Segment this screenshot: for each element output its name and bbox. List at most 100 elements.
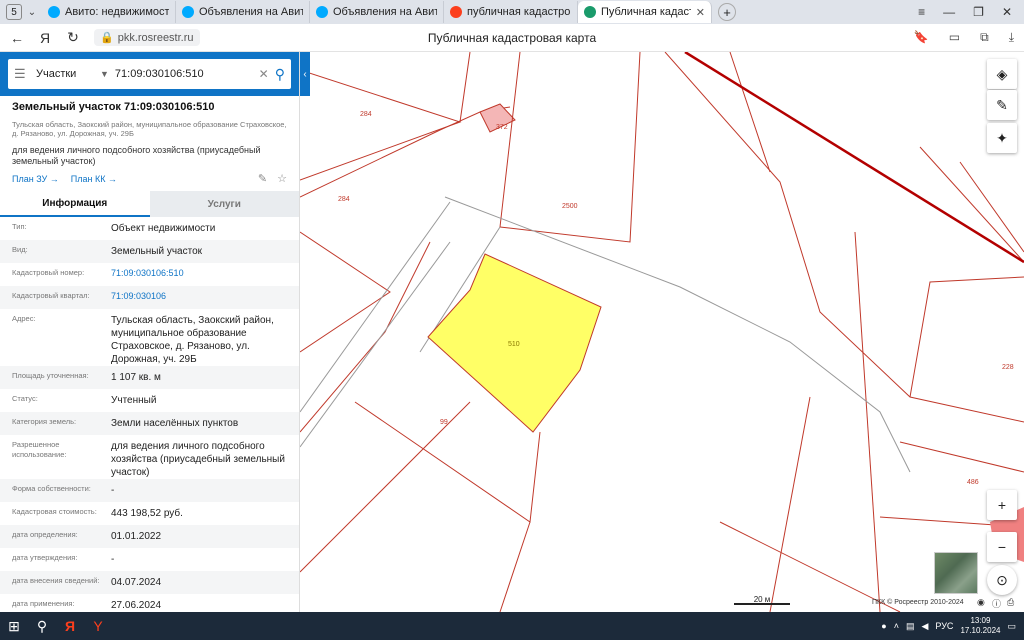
notifications-icon[interactable]: ▭ [1007, 621, 1016, 632]
tab-services[interactable]: Услуги [149, 191, 299, 218]
print-icon[interactable]: ⎙ [1007, 597, 1014, 608]
search-icon[interactable]: ⚲ [275, 66, 285, 83]
tab-info[interactable]: Информация [0, 191, 150, 218]
property-label: дата применения: [12, 599, 75, 609]
layers-icon[interactable]: ◈ [987, 59, 1017, 89]
search-bar: ☰ Участки ▼ 71:09:030106:510 ✕ ⚲ [0, 52, 299, 96]
yandex-icon [450, 6, 462, 18]
chevron-up-icon[interactable]: ˄ [894, 621, 899, 631]
url-field[interactable]: 🔒 pkk.rosreestr.ru [94, 29, 200, 46]
new-tab-button[interactable]: + [718, 3, 736, 21]
maximize-icon[interactable]: ❐ [973, 5, 984, 19]
avito-icon [182, 6, 194, 18]
reader-icon[interactable]: ▭ [949, 30, 960, 45]
property-row: Кадастровый квартал: 71:09:030106 [0, 286, 299, 310]
avito-icon [48, 6, 60, 18]
parcel-label-99: 99 [440, 419, 448, 426]
property-label: Форма собственности: [12, 484, 91, 494]
yandex-app-icon[interactable]: Y [84, 612, 112, 640]
menu-icon[interactable]: ☰ [14, 66, 30, 82]
cadastral-map[interactable]: 284 372 284 2500 510 99 228 486 ◈ ✎ ✦ + … [300, 52, 1024, 612]
search-icon[interactable]: ⚲ [28, 612, 56, 640]
zoom-in-button[interactable]: + [987, 490, 1017, 520]
property-row: Статус: Учтенный [0, 389, 299, 412]
property-row: дата утверждения: - [0, 548, 299, 571]
parcel-boundary [300, 231, 391, 353]
parcel-label-486: 486 [967, 479, 979, 486]
property-row: дата определения: 01.01.2022 [0, 525, 299, 549]
address-bar-actions: 🔖 ▭ ⧉ ⤓ [914, 30, 1014, 45]
yandex-browser-icon[interactable]: Я [56, 612, 84, 640]
property-value: Земельный участок [111, 246, 203, 258]
close-window-icon[interactable]: ✕ [1002, 5, 1012, 19]
tab-count-button[interactable]: 5 [6, 4, 22, 20]
property-row: Вид: Земельный участок [0, 240, 299, 264]
property-row: Форма собственности: - [0, 479, 299, 503]
plan-kk-link[interactable]: План КК → [71, 174, 117, 184]
scale-bar: 20 м [734, 596, 790, 605]
map-canvas: 284 372 284 2500 510 99 228 486 [300, 52, 1024, 612]
browser-tab[interactable]: Объявления на Авито Pr [310, 1, 444, 23]
parcel-label-284: 284 [360, 111, 372, 118]
property-label: дата внесения сведений: [12, 576, 100, 586]
clear-icon[interactable]: ✕ [259, 67, 269, 81]
tab-list-chevron-icon[interactable]: ⌄ [22, 7, 42, 18]
reload-icon[interactable]: ↻ [62, 29, 84, 46]
copyright-text: ПКК © Росреестр 2010-2024 [872, 599, 964, 606]
property-value: Тульская область, Заокский район, муници… [111, 315, 274, 366]
browser-tab-bar: 5 ⌄ Авито: недвижимость, тр Объявления н… [0, 0, 1024, 24]
network-icon[interactable]: ▤ [906, 621, 915, 632]
tab-label: Объявления на Авито Pr [333, 6, 437, 18]
object-title: Земельный участок 71:09:030106:510 [12, 101, 215, 113]
ruler-icon[interactable]: ✎ [987, 90, 1017, 120]
location-icon[interactable]: ⊙ [987, 565, 1017, 595]
minimize-icon[interactable]: — [943, 5, 955, 19]
back-icon[interactable]: ← [6, 30, 28, 46]
parcel-284-boundary [300, 69, 462, 181]
plan-zu-link[interactable]: План ЗУ → [12, 174, 59, 184]
collapse-panel-icon[interactable]: ‹ [300, 52, 310, 96]
menu-icon[interactable]: ≡ [918, 5, 925, 19]
zoom-out-button[interactable]: − [987, 532, 1017, 562]
object-use: для ведения личного подсобного хозяйства… [12, 144, 261, 166]
globe-icon[interactable]: ◉ [977, 597, 985, 608]
property-value: 04.07.2024 [111, 577, 162, 589]
bookmark-icon[interactable]: 🔖 [914, 30, 929, 45]
taskbar: ⊞ ⚲ Я Y ● ˄ ▤ ◀ РУС 13:09 17.10.2024 ▭ [0, 612, 1024, 640]
star-icon[interactable]: ☆ [277, 172, 287, 185]
chevron-down-icon[interactable]: ▼ [100, 69, 109, 79]
avito-icon [316, 6, 328, 18]
clock[interactable]: 13:09 17.10.2024 [960, 616, 1000, 635]
property-value-link[interactable]: 71:09:030106 [111, 291, 289, 303]
download-icon[interactable]: ⤓ [1009, 30, 1014, 45]
volume-icon[interactable]: ◀ [921, 621, 928, 632]
browser-tab-active[interactable]: Публичная кадастрова ✕ [578, 1, 712, 23]
tab-label: публичная кадастровая к [467, 6, 571, 18]
property-value: 01.01.2022 [111, 531, 162, 543]
property-row: Кадастровый номер: 71:09:030106:510 [0, 263, 299, 286]
property-row: дата внесения сведений: 04.07.2024 [0, 571, 299, 595]
windows-start-icon[interactable]: ⊞ [0, 612, 28, 640]
browser-tab[interactable]: публичная кадастровая к [444, 1, 578, 23]
property-row: Адрес: Тульская область, Заокский район, … [0, 309, 299, 366]
object-header: Земельный участок 71:09:030106:510 Тульс… [0, 96, 299, 185]
extensions-icon[interactable]: ⧉ [980, 30, 989, 45]
property-row: Площадь уточненная: 1 107 кв. м [0, 366, 299, 390]
clock-time: 13:09 [970, 616, 991, 626]
edit-icon[interactable]: ✎ [258, 172, 267, 185]
property-value-link[interactable]: 71:09:030106:510 [111, 268, 289, 280]
compass-icon[interactable]: ✦ [987, 123, 1017, 153]
category-select[interactable]: Участки [36, 68, 94, 80]
property-label: Адрес: [12, 314, 36, 324]
tray-app-icon[interactable]: ● [881, 621, 886, 631]
satellite-layer-thumbnail[interactable] [934, 552, 978, 594]
search-input[interactable]: 71:09:030106:510 [115, 68, 253, 80]
rosreestr-icon [584, 6, 596, 18]
browser-tab[interactable]: Объявления на Авито Pr [176, 1, 310, 23]
yandex-logo-icon[interactable]: Я [34, 30, 56, 46]
language-indicator[interactable]: РУС [935, 621, 953, 631]
close-tab-icon[interactable]: ✕ [696, 6, 705, 19]
browser-tab[interactable]: Авито: недвижимость, тр [42, 1, 176, 23]
info-icon[interactable]: ⓘ [992, 597, 1001, 610]
main-boundary-line [684, 52, 1024, 264]
